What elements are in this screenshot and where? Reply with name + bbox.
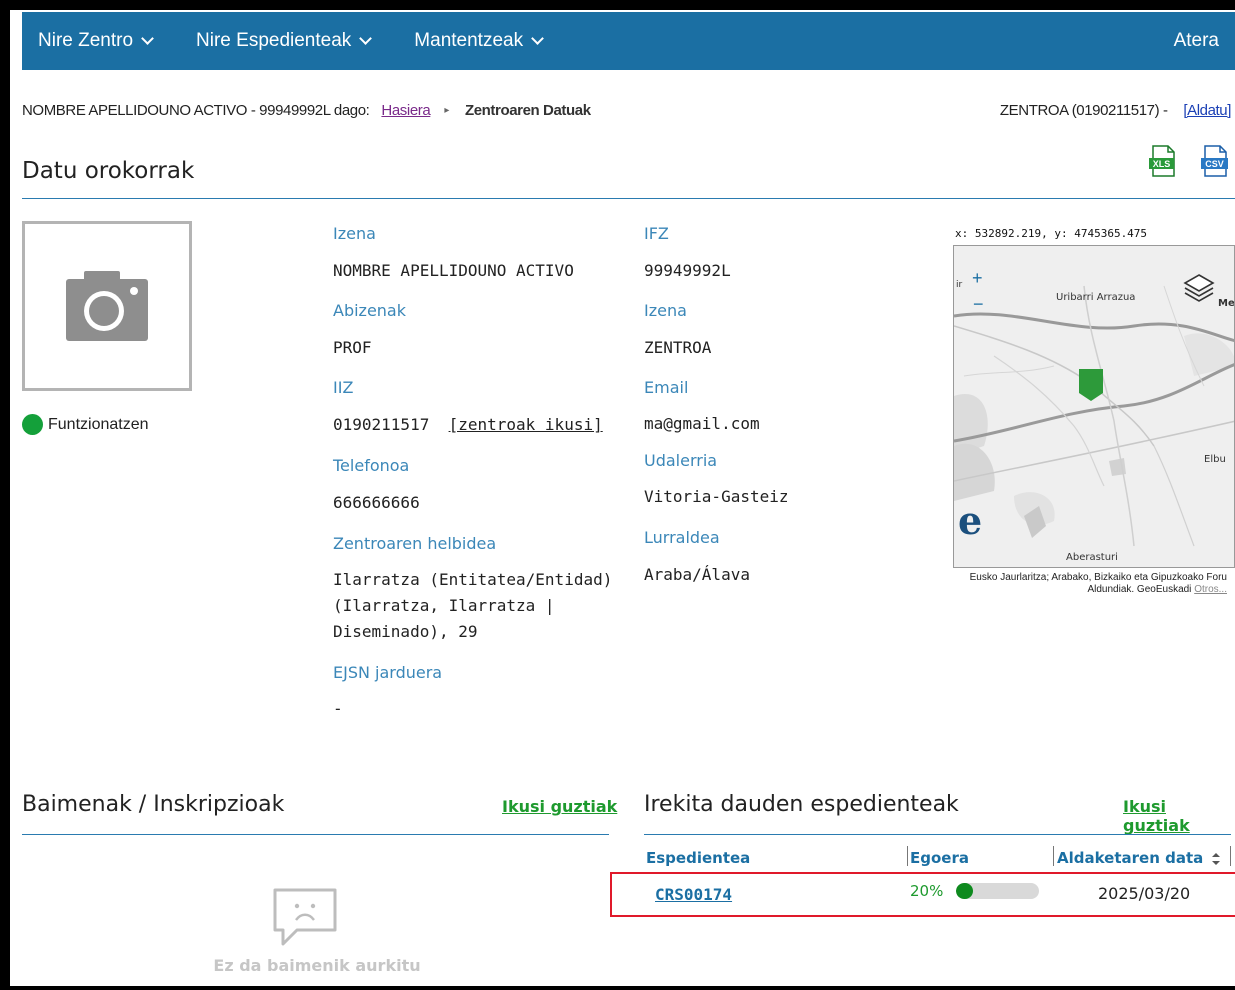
helbidea-value: Ilarratza (Entitatea/Entidad) (Ilarratza… [333, 567, 612, 645]
file-id-link[interactable]: CRS00174 [655, 885, 732, 904]
layers-icon[interactable] [1182, 272, 1216, 302]
status-text: Funtzionatzen [48, 415, 149, 433]
telefonoa-value: 666666666 [333, 493, 420, 512]
iiz-label: IIZ [333, 378, 354, 397]
email-value: ma@gmail.com [644, 414, 760, 433]
column-header-egoera[interactable]: Egoera [910, 849, 969, 867]
nav-label: Mantentzeak [414, 30, 524, 51]
abizenak-label: Abizenak [333, 301, 406, 320]
izena-value: NOMBRE APELLIDOUNO ACTIVO [333, 261, 574, 280]
map-place-label: Aberasturi [1066, 552, 1118, 563]
svg-text:XLS: XLS [1153, 159, 1171, 169]
logout-link[interactable]: Atera [1174, 30, 1219, 52]
nav-nire-espedienteak[interactable]: Nire Espedienteak [196, 30, 373, 52]
breadcrumb-current: Zentroaren Datuak [464, 102, 591, 119]
status-indicator: Funtzionatzen [22, 414, 149, 435]
center-name-label: Izena [644, 301, 687, 320]
ejsn-label: EJSN jarduera [333, 663, 443, 682]
open-files-see-all-link[interactable]: Ikusi guztiak [1123, 797, 1235, 835]
column-divider [1053, 846, 1054, 866]
column-header-aldaketaren-data[interactable]: Aldaketaren data [1057, 849, 1221, 867]
permits-empty-state [22, 886, 612, 954]
chevron-down-icon [141, 32, 154, 45]
open-files-divider [644, 834, 1231, 835]
page-title: Datu orokorrak [22, 158, 195, 184]
breadcrumb-separator-icon: ▸ [444, 105, 449, 116]
helbidea-label: Zentroaren helbidea [333, 534, 497, 553]
nav-label: Nire Espedienteak [196, 30, 352, 51]
map-coordinates: x: 532892.219, y: 4745365.475 [955, 227, 1148, 240]
map-attribution: Eusko Jaurlaritza; Arabako, Bizkaiko eta… [955, 572, 1227, 596]
current-center-text: ZENTROA (0190211517) - [999, 102, 1172, 119]
status-dot [22, 414, 43, 435]
permits-divider [22, 834, 609, 835]
map-place-label: ir [956, 280, 963, 290]
page: Nire Zentro Nire Espedienteak Mantentzea… [10, 10, 1235, 986]
iiz-value: 0190211517 [333, 415, 430, 434]
column-header-espedientea[interactable]: Espedientea [646, 849, 750, 867]
chevron-down-icon [531, 32, 544, 45]
csv-file-icon[interactable]: CSV [1200, 144, 1230, 178]
map-place-label: Elbu [1204, 454, 1226, 465]
helbidea-line: (Ilarratza, Ilarratza | [333, 596, 555, 615]
top-navigation: Nire Zentro Nire Espedienteak Mantentzea… [22, 12, 1235, 70]
change-center-link[interactable]: [Aldatu] [1183, 102, 1231, 119]
location-map[interactable]: + − Uribarri Arrazua Me ir Elbu Aberastu… [953, 245, 1235, 568]
center-photo [22, 221, 192, 391]
logged-user-text: NOMBRE APELLIDOUNO ACTIVO - 99949992L da… [22, 102, 370, 119]
nav-mantentzeak[interactable]: Mantentzeak [414, 30, 544, 52]
camera-icon [66, 271, 148, 341]
zoom-out-button[interactable]: − [973, 294, 984, 315]
helbidea-line: Ilarratza (Entitatea/Entidad) [333, 570, 613, 589]
column-divider [1230, 846, 1231, 866]
ifz-value: 99949992L [644, 261, 731, 280]
email-label: Email [644, 378, 689, 397]
breadcrumb-home-link[interactable]: Hasiera [381, 102, 430, 119]
lurraldea-value: Araba/Álava [644, 565, 750, 584]
map-place-label: Uribarri Arrazua [1056, 292, 1136, 303]
center-name-value: ZENTROA [644, 338, 712, 357]
permits-see-all-link[interactable]: Ikusi guztiak [502, 797, 617, 816]
change-date: 2025/03/20 [1098, 884, 1191, 903]
zoom-in-button[interactable]: + [972, 268, 983, 289]
ifz-label: IFZ [644, 224, 669, 243]
helbidea-line: Diseminado), 29 [333, 622, 478, 641]
abizenak-value: PROF [333, 338, 372, 357]
map-attribution-link[interactable]: Otros... [1194, 584, 1227, 595]
nav-nire-zentro[interactable]: Nire Zentro [38, 30, 154, 52]
open-files-title: Irekita dauden espedienteak [644, 792, 959, 817]
map-attribution-text: Eusko Jaurlaritza; Arabako, Bizkaiko eta… [969, 572, 1227, 595]
sort-icon[interactable] [1211, 852, 1221, 866]
column-header-label: Aldaketaren data [1057, 849, 1204, 867]
column-divider [907, 846, 908, 866]
nav-label: Nire Zentro [38, 30, 134, 51]
progress-bar [956, 883, 1039, 899]
telefonoa-label: Telefonoa [333, 456, 410, 475]
progress-percent: 20% [910, 882, 944, 900]
lurraldea-label: Lurraldea [644, 528, 720, 547]
izena-label: Izena [333, 224, 376, 243]
udalerria-value: Vitoria-Gasteiz [644, 487, 789, 506]
permits-empty-text: Ez da baimenik aurkitu [213, 956, 421, 975]
iiz-value-row: 0190211517 [zentroak ikusi] [333, 412, 603, 438]
view-centers-link[interactable]: [zentroak ikusi] [449, 415, 603, 434]
progress-bar-fill [956, 883, 973, 899]
title-divider [22, 198, 1235, 199]
udalerria-label: Udalerria [644, 451, 718, 470]
breadcrumb: NOMBRE APELLIDOUNO ACTIVO - 99949992L da… [22, 102, 1235, 124]
permits-title: Baimenak / Inskripzioak [22, 792, 285, 817]
map-logo: e [958, 498, 983, 543]
xls-file-icon[interactable]: XLS [1148, 144, 1178, 178]
chevron-down-icon [359, 32, 373, 45]
sad-speech-bubble-icon [273, 888, 337, 946]
svg-text:CSV: CSV [1205, 159, 1224, 169]
map-place-label: Me [1218, 298, 1235, 309]
ejsn-value: - [333, 699, 343, 718]
